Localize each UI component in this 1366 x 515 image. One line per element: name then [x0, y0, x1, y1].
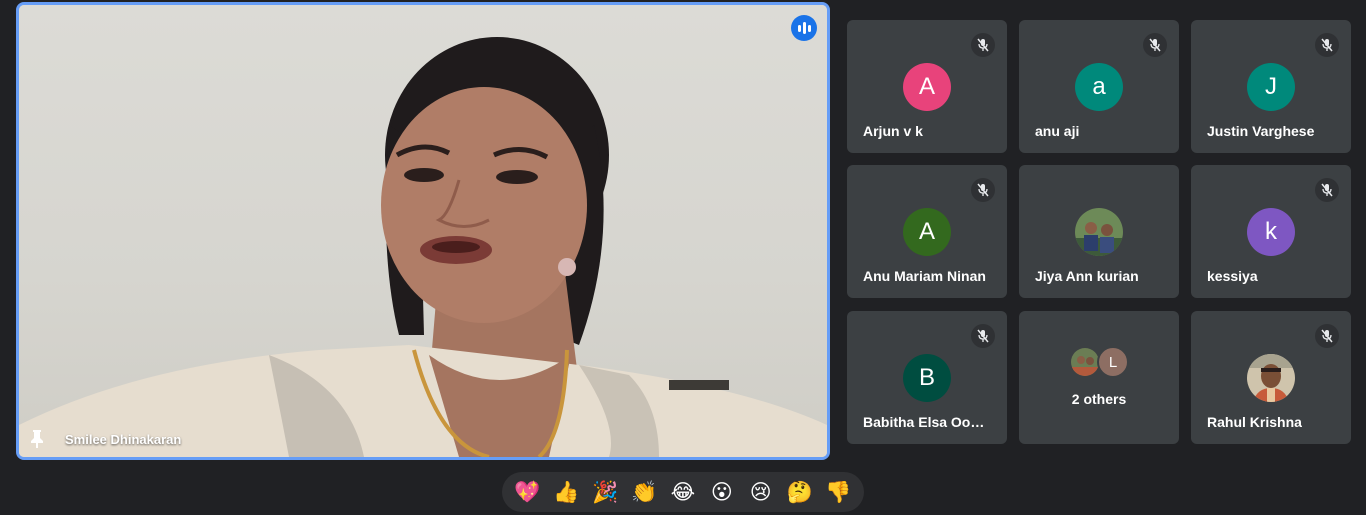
participant-tile[interactable]: A Anu Mariam Ninan — [847, 165, 1007, 298]
reaction-thumbs-up[interactable]: 👍 — [548, 474, 584, 510]
main-speaker-name: Smilee Dhinakaran — [65, 432, 182, 447]
participant-name: Arjun v k — [863, 123, 923, 139]
others-tile[interactable]: L 2 others — [1019, 311, 1179, 444]
mic-off-icon — [971, 178, 995, 202]
avatar: k — [1247, 208, 1295, 256]
participant-name: kessiya — [1207, 268, 1258, 284]
reaction-clapping[interactable]: 👏 — [626, 474, 662, 510]
reaction-crying[interactable]: 😢 — [743, 474, 779, 510]
main-speaker-tile[interactable]: Smilee Dhinakaran — [16, 2, 830, 460]
avatar-initial: k — [1265, 218, 1277, 245]
pin-icon[interactable] — [29, 429, 45, 449]
avatar: B — [903, 354, 951, 402]
reaction-sparkling-heart[interactable]: 💖 — [509, 474, 545, 510]
reaction-surprised[interactable]: 😮 — [704, 474, 740, 510]
participant-name: Babitha Elsa Oom... — [863, 414, 993, 430]
reaction-tears-of-joy[interactable]: 😂 — [665, 474, 701, 510]
participant-tile[interactable]: a anu aji — [1019, 20, 1179, 153]
avatar: A — [903, 63, 951, 111]
avatar — [1247, 354, 1295, 402]
avatar-initial: B — [918, 364, 935, 391]
participant-tile[interactable]: Jiya Ann kurian — [1019, 165, 1179, 298]
speaker-video — [19, 37, 827, 457]
avatar-initial: L — [1108, 353, 1118, 371]
mic-off-icon — [1143, 33, 1167, 57]
participant-name: Anu Mariam Ninan — [863, 268, 986, 284]
reaction-thumbs-down[interactable]: 👎 — [820, 474, 856, 510]
avatar: J — [1247, 63, 1295, 111]
mic-off-icon — [971, 33, 995, 57]
participant-tile[interactable]: J Justin Varghese — [1191, 20, 1351, 153]
avatar: a — [1075, 63, 1123, 111]
participant-name: Rahul Krishna — [1207, 414, 1302, 430]
avatar-initial: A — [918, 73, 935, 100]
speaking-indicator-icon — [791, 15, 817, 41]
reactions-bar: 💖 👍 🎉 👏 😂 😮 😢 🤔 👎 — [502, 472, 864, 512]
avatar-initial: a — [1092, 73, 1106, 100]
participant-name: Justin Varghese — [1207, 123, 1315, 139]
mic-off-icon — [1315, 324, 1339, 348]
avatar — [1075, 208, 1123, 256]
others-count-label: 2 others — [1071, 391, 1127, 407]
avatar: A — [903, 208, 951, 256]
reaction-party-popper[interactable]: 🎉 — [587, 474, 623, 510]
mic-off-icon — [1315, 33, 1339, 57]
mic-off-icon — [971, 324, 995, 348]
participant-tile[interactable]: B Babitha Elsa Oom... — [847, 311, 1007, 444]
participant-tile[interactable]: Rahul Krishna — [1191, 311, 1351, 444]
participant-tile[interactable]: A Arjun v k — [847, 20, 1007, 153]
avatar: L — [1097, 346, 1129, 378]
participant-name: Jiya Ann kurian — [1035, 268, 1139, 284]
others-avatars: L — [1069, 346, 1131, 378]
reaction-thinking[interactable]: 🤔 — [782, 474, 818, 510]
mic-off-icon — [1315, 178, 1339, 202]
participant-tile[interactable]: k kessiya — [1191, 165, 1351, 298]
participant-name: anu aji — [1035, 123, 1080, 139]
avatar-initial: A — [918, 218, 935, 245]
avatar-initial: J — [1265, 73, 1277, 100]
meet-stage: Smilee Dhinakaran A Arjun v k a anu aji … — [0, 0, 1366, 515]
